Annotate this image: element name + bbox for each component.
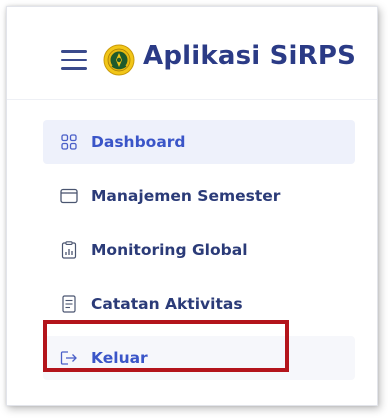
sidebar-item-label: Dashboard [91, 133, 186, 151]
document-list-icon [59, 294, 79, 314]
hamburger-menu-icon[interactable] [61, 50, 87, 70]
app-title: Aplikasi SiRPS [143, 41, 357, 71]
window-icon [59, 186, 79, 206]
sidebar-item-label: Monitoring Global [91, 241, 248, 259]
grid-icon [59, 132, 79, 152]
hamburger-line [61, 67, 87, 70]
university-seal-logo [103, 44, 135, 76]
sidebar-menu: Dashboard Manajemen Semester Monitoring … [7, 99, 377, 405]
sidebar-item-manajemen-semester[interactable]: Manajemen Semester [43, 174, 355, 218]
app-window: Aplikasi SiRPS Dashboard Manajemen Semes… [6, 6, 378, 406]
hamburger-line [61, 58, 87, 61]
sidebar-item-keluar[interactable]: Keluar [43, 336, 355, 380]
sidebar-item-label: Catatan Aktivitas [91, 295, 243, 313]
sidebar-item-label: Keluar [91, 349, 148, 367]
report-chart-icon [59, 240, 79, 260]
app-header: Aplikasi SiRPS [7, 7, 377, 99]
sidebar-item-catatan-aktivitas[interactable]: Catatan Aktivitas [43, 282, 355, 326]
sidebar-item-dashboard[interactable]: Dashboard [43, 120, 355, 164]
logout-arrow-icon [59, 348, 79, 368]
sidebar-item-monitoring-global[interactable]: Monitoring Global [43, 228, 355, 272]
hamburger-line [61, 50, 87, 53]
sidebar-item-label: Manajemen Semester [91, 187, 281, 205]
